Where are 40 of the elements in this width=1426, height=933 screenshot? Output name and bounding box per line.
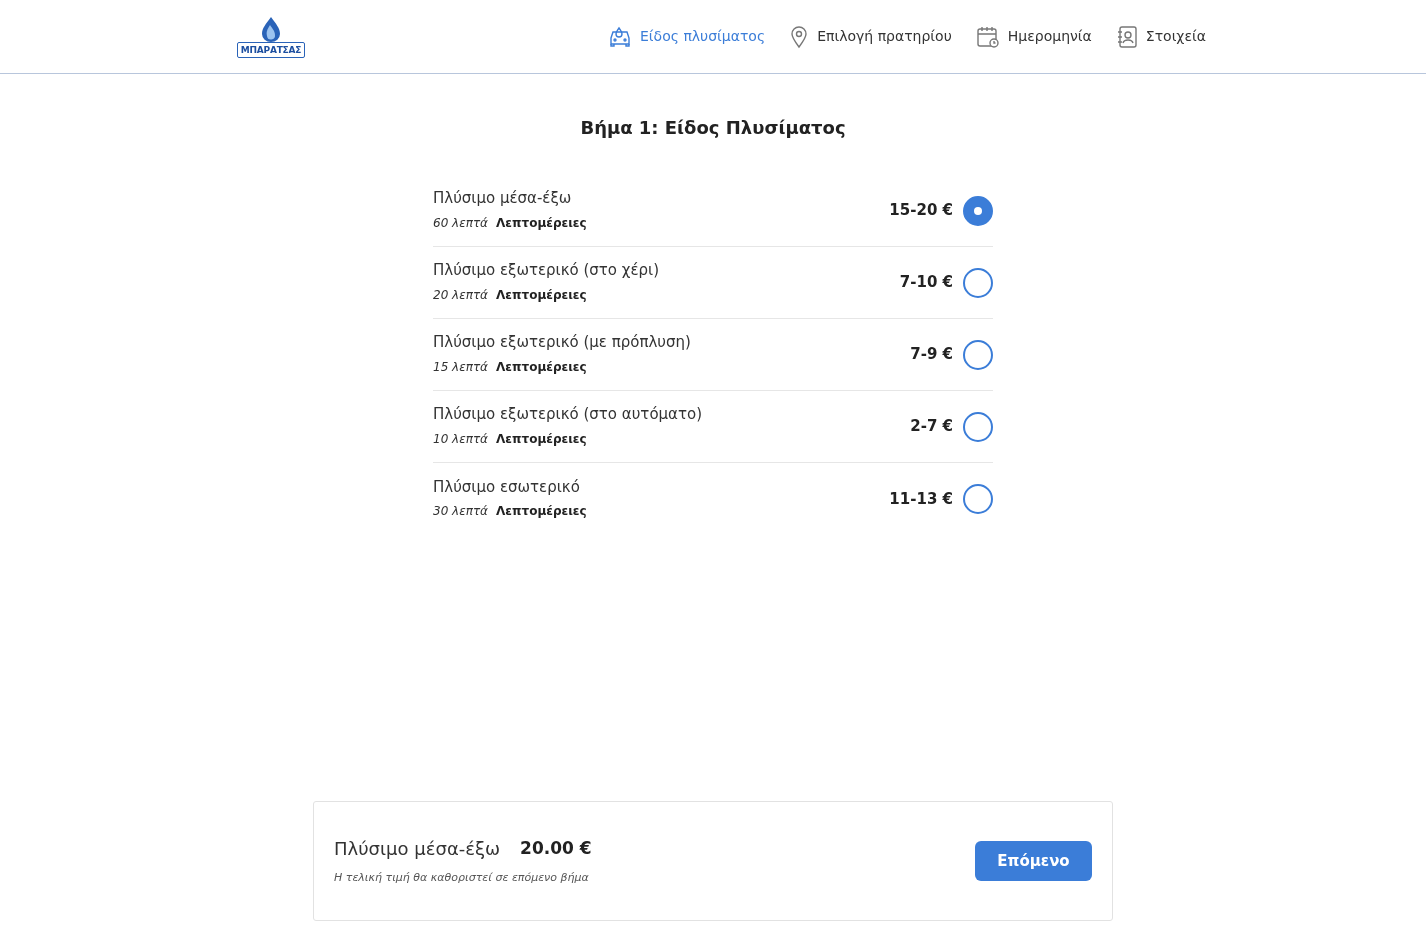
radio-button[interactable] bbox=[963, 195, 993, 226]
price-range: 7-9 € bbox=[910, 344, 953, 366]
duration-text: 10 λεπτά bbox=[433, 430, 489, 448]
selected-service: Πλύσιμο μέσα-έξω bbox=[334, 837, 501, 862]
details-link[interactable]: Λεπτομέρειες bbox=[496, 213, 587, 232]
option-title: Πλύσιμο εξωτερικό (με πρόπλυση) bbox=[433, 332, 691, 354]
location-pin-icon bbox=[789, 24, 810, 49]
contact-book-icon bbox=[1115, 24, 1138, 49]
radio-button[interactable] bbox=[963, 484, 993, 514]
duration-text: 15 λεπτά bbox=[433, 358, 489, 376]
price-note: Η τελική τιμή θα καθοριστεί σε επόμενο βήμα bbox=[334, 870, 590, 887]
step-heading: Βήμα 1: Είδος Πλυσίματος bbox=[580, 116, 846, 140]
option-title: Πλύσιμο εξωτερικό (στο χέρι) bbox=[433, 260, 660, 282]
radio-button[interactable] bbox=[963, 411, 993, 442]
price-range: 11-13 € bbox=[889, 488, 953, 510]
price-range: 7-10 € bbox=[899, 272, 953, 294]
car-icon bbox=[608, 25, 632, 48]
logo-text: ΜΠΑΡΑΤΣΑΣ bbox=[236, 41, 306, 58]
company-logo[interactable]: ΜΠΑΡΑΤΣΑΣ bbox=[234, 15, 308, 58]
step-tab[interactable]: Επιλογή πρατηρίου bbox=[789, 24, 952, 49]
details-link[interactable]: Λεπτομέρειες bbox=[496, 429, 587, 448]
option-title: Πλύσιμο εσωτερικό bbox=[433, 476, 581, 498]
price-range: 2-7 € bbox=[910, 416, 953, 438]
step-tab[interactable]: Ημερομηνία bbox=[975, 24, 1092, 49]
details-link[interactable]: Λεπτομέρειες bbox=[496, 357, 587, 376]
duration-text: 60 λεπτά bbox=[433, 214, 489, 232]
radio-button[interactable] bbox=[963, 339, 993, 370]
details-link[interactable]: Λεπτομέρειες bbox=[496, 502, 587, 521]
duration-text: 20 λεπτά bbox=[433, 286, 489, 304]
price-range: 15-20 € bbox=[889, 200, 953, 222]
calendar-icon bbox=[975, 24, 1000, 49]
step-tab[interactable]: Στοιχεία bbox=[1115, 24, 1206, 49]
total-price: 20.00 € bbox=[520, 837, 592, 860]
option-title: Πλύσιμο μέσα-έξω bbox=[433, 188, 573, 210]
radio-button[interactable] bbox=[963, 267, 993, 298]
step-tab[interactable]: Είδος πλυσίματος bbox=[608, 25, 766, 48]
duration-text: 30 λεπτά bbox=[433, 503, 489, 521]
next-button[interactable]: Επόμενο bbox=[975, 841, 1092, 881]
option-title: Πλύσιμο εξωτερικό (στο αυτόματο) bbox=[433, 404, 703, 426]
details-link[interactable]: Λεπτομέρειες bbox=[496, 285, 587, 304]
